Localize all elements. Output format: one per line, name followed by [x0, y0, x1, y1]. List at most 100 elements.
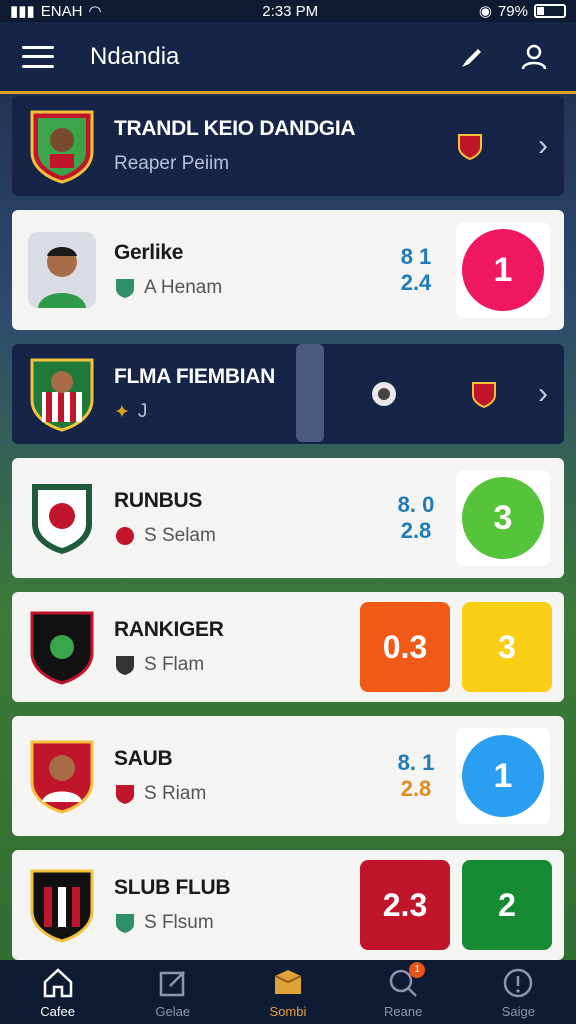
status-bar: ▮▮▮ ENAH ◠ 2:33 PM ◉ 79%: [0, 0, 576, 22]
nav-label: Saige: [501, 1003, 535, 1019]
team-crest: [30, 869, 94, 943]
club-badge-icon: [116, 656, 134, 675]
battery-percent: 79%: [497, 2, 528, 20]
edit-icon: [159, 970, 185, 996]
card-subtitle: A Henam: [144, 277, 223, 298]
match-card[interactable]: RANKIGER S Flam 0.3 3: [12, 592, 564, 702]
match-list: TRANDL KEIO DANDGIA Reaper Peiim › Gerli…: [12, 96, 564, 974]
card-title: TRANDL KEIO DANDGIA: [114, 117, 356, 140]
score-circle: 1: [462, 229, 544, 311]
match-card[interactable]: SLUB FLUB S Flsum 2.3 2: [12, 850, 564, 960]
app-title: Ndandia: [90, 42, 180, 70]
odds-bottom: 2.8: [400, 776, 432, 801]
score-circle: 3: [462, 477, 544, 559]
card-title: Gerlike: [114, 241, 184, 264]
score-right-box[interactable]: 3: [462, 602, 552, 692]
card-subtitle-row: ✦ J: [114, 401, 370, 424]
card-text: RUNBUS S Selam: [114, 489, 386, 547]
score-box[interactable]: 1: [456, 728, 550, 824]
signal-icon: ▮▮▮: [10, 3, 35, 20]
star-icon: ✦: [114, 401, 130, 423]
card-text: TRANDL KEIO DANDGIA Reaper Peiim: [114, 117, 456, 175]
chevron-right-icon[interactable]: ›: [538, 377, 548, 411]
card-title: RUNBUS: [114, 489, 203, 512]
card-subtitle-row: S Selam: [114, 525, 386, 547]
odds: 8. 1 2.8: [386, 750, 446, 802]
card-text: FLMA FIEMBIAN ✦ J: [114, 365, 370, 424]
carrier-label: ENAH: [40, 2, 83, 20]
odds: 8. 0 2.8: [386, 492, 446, 544]
drag-handle[interactable]: [296, 344, 324, 442]
card-subtitle: S Flsum: [144, 912, 214, 933]
nav-home[interactable]: Cafee: [8, 966, 108, 1019]
status-left: ▮▮▮ ENAH ◠: [10, 2, 102, 21]
score-box[interactable]: 3: [456, 470, 550, 566]
odds-bottom: 2.8: [400, 518, 432, 543]
card-subtitle-row: S Riam: [114, 783, 386, 805]
club-badge-icon: [116, 279, 134, 298]
nav-box[interactable]: Sombi: [238, 966, 338, 1019]
odds-top: 8. 1: [397, 750, 435, 775]
odds-top: 8 1: [400, 244, 432, 269]
team-crest: [32, 484, 92, 554]
card-text: SAUB S Riam: [114, 747, 386, 805]
referee-icon: [372, 382, 396, 406]
card-subtitle: Reaper Peiim: [114, 153, 230, 174]
score-box[interactable]: 1: [456, 222, 550, 318]
nav-label: Sombi: [269, 1003, 307, 1019]
info-icon: [504, 968, 533, 997]
match-card[interactable]: SAUB S Riam 8. 1 2.8 1: [12, 716, 564, 836]
odds-bottom: 2.4: [400, 270, 432, 295]
bottom-nav: Cafee Gelae Sombi 1 Reane Saige: [0, 960, 576, 1024]
profile-icon[interactable]: [514, 37, 554, 77]
match-card[interactable]: TRANDL KEIO DANDGIA Reaper Peiim ›: [12, 96, 564, 196]
match-card[interactable]: RUNBUS S Selam 8. 0 2.8 3: [12, 458, 564, 578]
card-title: RANKIGER: [114, 618, 224, 641]
nav-label: Gelae: [155, 1003, 191, 1019]
nav-info[interactable]: Saige: [468, 966, 568, 1019]
match-card[interactable]: Gerlike A Henam 8 1 2.4 1: [12, 210, 564, 330]
card-text: SLUB FLUB S Flsum: [114, 876, 360, 934]
battery-icon: [533, 4, 566, 18]
nav-label: Cafee: [40, 1003, 75, 1019]
card-subtitle: J: [137, 401, 148, 422]
club-badge-icon: [116, 914, 134, 933]
card-title: SAUB: [114, 747, 173, 770]
shield-icon: [458, 134, 482, 160]
card-subtitle-row: S Flsum: [114, 912, 360, 934]
card-subtitle: S Riam: [144, 783, 207, 804]
notification-badge: 1: [409, 961, 426, 978]
status-time: 2:33 PM: [262, 2, 319, 20]
score-circle: 1: [462, 735, 544, 817]
box-icon: [274, 969, 302, 994]
team-crest: [30, 110, 94, 184]
shield-icon: [472, 382, 496, 408]
card-title: FLMA FIEMBIAN: [114, 364, 275, 388]
pencil-icon[interactable]: [452, 37, 492, 77]
nav-edit[interactable]: Gelae: [123, 966, 223, 1019]
status-right: ◉ 79%: [479, 2, 566, 20]
card-subtitle: S Flam: [144, 654, 205, 675]
location-icon: ◉: [478, 3, 492, 20]
player-avatar: [28, 232, 96, 308]
home-icon: [43, 967, 72, 997]
card-subtitle: S Selam: [144, 525, 216, 546]
club-badge-icon: [116, 785, 134, 804]
player-crest: [30, 740, 94, 814]
score-left-box[interactable]: 2.3: [360, 860, 450, 950]
chevron-right-icon[interactable]: ›: [538, 129, 548, 163]
match-card[interactable]: FLMA FIEMBIAN ✦ J ›: [12, 344, 564, 444]
menu-icon[interactable]: [22, 45, 54, 68]
nav-search[interactable]: 1 Reane: [353, 961, 453, 1019]
card-subtitle-row: S Flam: [114, 654, 360, 676]
card-text: Gerlike A Henam: [114, 241, 386, 299]
score-left-box[interactable]: 0.3: [360, 602, 450, 692]
card-subtitle-row: A Henam: [114, 277, 386, 299]
card-title: SLUB FLUB: [114, 876, 231, 899]
player-crest: [30, 358, 94, 432]
odds-top: 8. 0: [397, 492, 435, 517]
score-right-box[interactable]: 2: [462, 860, 552, 950]
card-text: RANKIGER S Flam: [114, 618, 360, 676]
club-badge-icon: [116, 527, 134, 545]
team-crest: [30, 611, 94, 685]
